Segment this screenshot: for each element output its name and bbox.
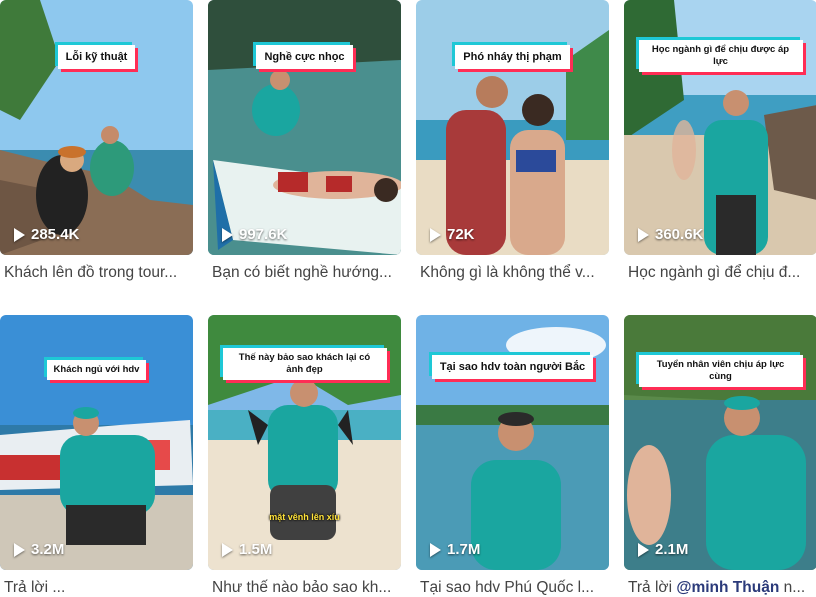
video-caption[interactable]: Học ngành gì để chịu đ... [628, 264, 816, 282]
video-thumbnail[interactable]: Tại sao hdv toàn người Bắc 1.7M [416, 315, 609, 570]
play-icon [638, 542, 649, 557]
user-mention-link[interactable]: @minh Thuận [676, 579, 779, 596]
play-icon [14, 227, 25, 242]
play-icon [430, 227, 441, 242]
view-count: 285.4K [14, 226, 79, 243]
video-thumbnail[interactable]: Khách ngủ với hdv 3.2M [0, 315, 193, 570]
view-count: 3.2M [14, 541, 64, 558]
play-icon [430, 542, 441, 557]
thumbnail-image [0, 0, 193, 255]
video-caption[interactable]: Khách lên đồ trong tour... [4, 264, 192, 282]
video-overlay-text: Tuyển nhân viên chịu áp lực cùng [638, 355, 803, 387]
view-count: 1.5M [222, 541, 272, 558]
video-thumbnail[interactable]: Phó nháy thị phạm 72K [416, 0, 609, 255]
video-thumbnail[interactable]: Tuyển nhân viên chịu áp lực cùng 2.1M [624, 315, 816, 570]
thumbnail-image [624, 0, 816, 255]
play-icon [638, 227, 649, 242]
video-grid: Lỗi kỹ thuật 285.4K Khách lên đồ trong t… [0, 0, 816, 597]
video-overlay-text: Lỗi kỹ thuật [57, 45, 136, 69]
view-count: 72K [430, 226, 475, 243]
thumbnail-image [208, 0, 401, 255]
video-caption[interactable]: Trả lời ... [4, 579, 192, 597]
video-overlay-text: Phó nháy thị phạm [455, 45, 570, 69]
video-thumbnail[interactable]: Nghề cực nhọc 997.6K [208, 0, 401, 255]
thumbnail-image [0, 315, 193, 570]
video-overlay-text: Thế này bảo sao khách lại có ảnh đẹp [222, 348, 387, 380]
thumbnail-image [624, 315, 816, 570]
video-subtitle: mặt vênh lên xíu [269, 512, 340, 522]
view-count: 997.6K [222, 226, 287, 243]
video-caption[interactable]: Không gì là không thể v... [420, 264, 608, 282]
video-overlay-text: Học ngành gì để chịu được áp lực [638, 40, 803, 72]
play-icon [222, 227, 233, 242]
view-count: 2.1M [638, 541, 688, 558]
thumbnail-image [416, 0, 609, 255]
video-caption[interactable]: Tại sao hdv Phú Quốc l... [420, 579, 608, 597]
video-caption[interactable]: Bạn có biết nghề hướng... [212, 264, 400, 282]
view-count: 1.7M [430, 541, 480, 558]
video-thumbnail[interactable]: Lỗi kỹ thuật 285.4K [0, 0, 193, 255]
view-count: 360.6K [638, 226, 703, 243]
video-overlay-text: Khách ngủ với hdv [46, 360, 147, 380]
video-thumbnail[interactable]: Thế này bảo sao khách lại có ảnh đẹp mặt… [208, 315, 401, 570]
play-icon [14, 542, 25, 557]
video-overlay-text: Tại sao hdv toàn người Bắc [431, 355, 594, 379]
video-thumbnail[interactable]: Học ngành gì để chịu được áp lực 360.6K [624, 0, 816, 255]
video-caption[interactable]: Trả lời @minh Thuận n... [628, 579, 816, 597]
thumbnail-image [416, 315, 609, 570]
video-caption[interactable]: Như thế nào bảo sao kh... [212, 579, 400, 597]
video-overlay-text: Nghề cực nhọc [256, 45, 353, 69]
play-icon [222, 542, 233, 557]
